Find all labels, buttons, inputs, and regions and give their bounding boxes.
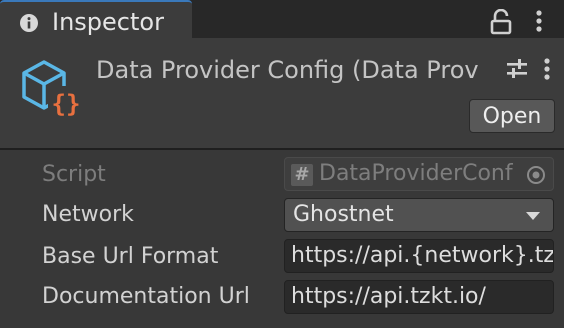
object-picker-icon <box>527 166 545 184</box>
docs-url-label: Documentation Url <box>42 284 250 309</box>
tab-bar: Inspector <box>0 0 564 40</box>
header-divider <box>0 148 564 150</box>
scriptable-object-icon: {} <box>22 60 84 118</box>
script-label: Script <box>42 162 106 187</box>
open-button[interactable]: Open <box>469 99 555 133</box>
svg-text:{}: {} <box>52 90 81 118</box>
network-dropdown[interactable]: Ghostnet <box>284 198 554 232</box>
script-value: DataProviderConf <box>319 161 513 186</box>
base-url-field[interactable]: https://api.{network}.tz <box>284 239 554 273</box>
tab-title: Inspector <box>52 8 164 36</box>
sliders-icon[interactable] <box>505 57 529 81</box>
docs-url-field[interactable]: https://api.tzkt.io/ <box>284 280 554 314</box>
docs-url-value: https://api.tzkt.io/ <box>291 284 486 309</box>
kebab-menu-icon[interactable] <box>541 56 553 82</box>
network-label: Network <box>42 202 134 227</box>
asset-title: Data Provider Config (Data Prov <box>96 56 479 84</box>
kebab-menu-icon[interactable] <box>532 8 546 34</box>
info-icon <box>20 14 38 32</box>
inspector-header: {} Data Provider Config (Data Prov Open <box>0 38 564 148</box>
base-url-value: https://api.{network}.tz <box>291 243 554 268</box>
base-url-label: Base Url Format <box>42 244 219 269</box>
chevron-down-icon <box>526 212 540 220</box>
lock-icon[interactable] <box>489 9 513 35</box>
network-value: Ghostnet <box>293 202 394 227</box>
tab-inspector[interactable]: Inspector <box>0 0 192 40</box>
script-field: # DataProviderConf <box>284 157 554 191</box>
csharp-script-icon: # <box>291 164 313 186</box>
